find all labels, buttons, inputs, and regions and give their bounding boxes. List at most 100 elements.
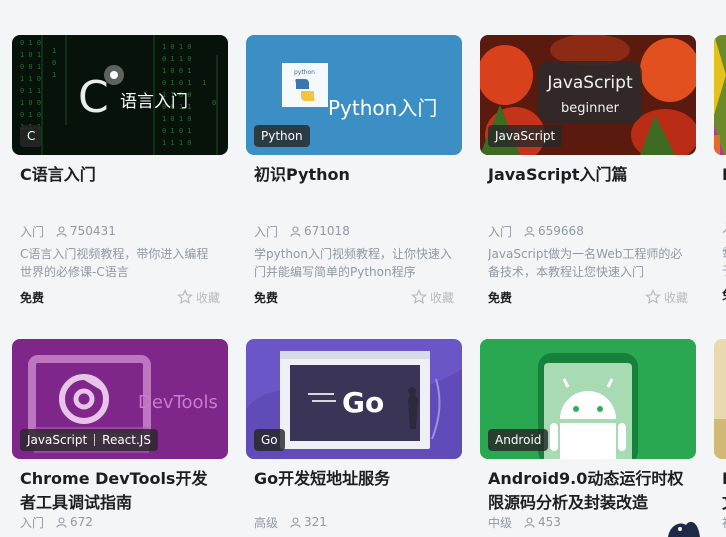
course-title[interactable]: JavaScript入门篇 xyxy=(488,163,688,211)
course-description: 翥 于 xyxy=(722,244,726,280)
course-thumbnail[interactable] xyxy=(714,339,726,459)
svg-text:0 1 0: 0 1 0 xyxy=(20,111,41,119)
category-tag: Android xyxy=(488,429,549,451)
course-description: C语言入门视频教程，带你进入编程世界的必修课-C语言 xyxy=(20,247,209,279)
favorite-button[interactable]: 收藏 xyxy=(177,289,220,306)
course-price: 免费 xyxy=(488,290,513,305)
favorite-button[interactable]: 收藏 xyxy=(411,289,454,306)
category-tag: Python xyxy=(254,125,310,147)
course-title[interactable]: Chrome DevTools开发者工具调试指南 xyxy=(20,467,220,515)
course-thumbnail[interactable]: Go Go xyxy=(246,339,462,459)
title-line: 文 xyxy=(722,491,726,515)
svg-text:0 1 0: 0 1 0 xyxy=(20,39,41,47)
category-tag: React.JS xyxy=(102,433,151,447)
thumb-title: Go xyxy=(342,386,384,419)
course-title[interactable]: F xyxy=(722,163,726,187)
title-line: F xyxy=(722,467,726,491)
course-level: 中级 xyxy=(488,515,513,530)
course-level: 入门 xyxy=(20,224,45,239)
course-card[interactable]: 0 1 0 1 0 1 0 0 1 1 1 0 0 1 1 1 0 0 0 1 0 1 1… xyxy=(12,35,228,306)
matrix-c-image: 0 1 0 1 0 1 0 0 1 1 1 0 0 1 1 1 0 0 0 1 0 1 1… xyxy=(12,35,228,155)
course-card[interactable]: DevTools JavaScript React.JS Chrome DevT… xyxy=(12,339,228,530)
mascot-icon xyxy=(668,521,700,537)
svg-text:1 0 0 1: 1 0 0 1 xyxy=(162,67,192,75)
partial-thumbnail-image xyxy=(714,339,726,459)
description-line: 翥 xyxy=(722,244,726,262)
course-title[interactable]: Android9.0动态运行时权限源码分析及封装改造 xyxy=(488,467,688,515)
thumb-logo-text: python xyxy=(294,69,315,76)
star-icon xyxy=(411,289,427,305)
thumb-title: JavaScript xyxy=(546,73,633,93)
thumb-title: 语言入门 xyxy=(120,92,188,112)
course-description: JavaScript做为一名Web工程师的必备技术，本教程让您快速入门 xyxy=(488,247,683,279)
svg-text:0: 0 xyxy=(52,59,56,67)
course-card-partial[interactable]: F 文 初 xyxy=(714,339,726,531)
course-card[interactable]: JavaScript beginner JavaScript JavaScrip… xyxy=(480,35,696,306)
course-thumbnail[interactable] xyxy=(714,35,726,155)
svg-text:1 0 1 0: 1 0 1 0 xyxy=(162,115,192,123)
course-thumbnail[interactable]: Android xyxy=(480,339,696,459)
course-level: 初 xyxy=(722,514,726,531)
course-card[interactable]: Go Go Go开发短地址服务 高级 321 xyxy=(246,339,462,530)
course-thumbnail[interactable]: 0 1 0 1 0 1 0 0 1 1 1 0 0 1 1 1 0 0 0 1 0 1 1… xyxy=(12,35,228,155)
course-level: 入门 xyxy=(254,224,279,239)
course-card-partial[interactable]: F 入 翥 于 免 xyxy=(714,35,726,303)
svg-text:1 1 0: 1 1 0 xyxy=(20,75,41,83)
user-icon xyxy=(56,225,67,237)
course-title[interactable]: Go开发短地址服务 xyxy=(254,467,454,515)
course-price: 免 xyxy=(722,286,726,303)
svg-text:0: 0 xyxy=(212,99,216,107)
course-level: 入 xyxy=(722,219,726,236)
course-thumbnail[interactable]: DevTools JavaScript React.JS xyxy=(12,339,228,459)
student-count: 672 xyxy=(70,515,93,529)
course-card[interactable]: Android Android9.0动态运行时权限源码分析及封装改造 中级 45… xyxy=(480,339,696,530)
course-title[interactable]: C语言入门 xyxy=(20,163,220,211)
user-icon xyxy=(290,516,301,528)
svg-text:1 1 1 0: 1 1 1 0 xyxy=(162,139,192,147)
favorite-label: 收藏 xyxy=(663,290,688,305)
svg-text:0 0 1: 0 0 1 xyxy=(20,63,41,71)
course-title[interactable]: F 文 xyxy=(722,467,726,515)
category-tag: C xyxy=(20,125,43,147)
svg-text:0 1 1 0: 0 1 1 0 xyxy=(162,55,192,63)
description-line: 于 xyxy=(722,262,726,280)
svg-text:1: 1 xyxy=(52,71,56,79)
student-count: 671018 xyxy=(304,224,350,238)
svg-text:0 1 0 1: 0 1 0 1 xyxy=(162,127,192,135)
thumb-title: DevTools xyxy=(138,392,218,413)
course-card[interactable]: python Python入门 Python 初识Python 入门 67101… xyxy=(246,35,462,306)
svg-text:1 0 1: 1 0 1 xyxy=(20,51,41,59)
user-icon xyxy=(290,225,301,237)
svg-text:1 0 1 0: 1 0 1 0 xyxy=(162,43,192,51)
student-count: 659668 xyxy=(538,224,584,238)
thumb-c-letter: C xyxy=(78,72,109,123)
course-price: 免费 xyxy=(254,290,279,305)
student-count: 750431 xyxy=(70,224,116,238)
svg-text:0 1 0 1: 0 1 0 1 xyxy=(162,79,192,87)
course-thumbnail[interactable]: python Python入门 Python xyxy=(246,35,462,155)
thumb-subtitle: beginner xyxy=(561,101,620,116)
category-tags: JavaScript React.JS xyxy=(20,429,158,451)
user-icon xyxy=(56,516,67,528)
favorite-button[interactable]: 收藏 xyxy=(645,289,688,306)
svg-text:1: 1 xyxy=(52,47,56,55)
course-price: 免费 xyxy=(20,290,45,305)
course-thumbnail[interactable]: JavaScript beginner JavaScript xyxy=(480,35,696,155)
star-icon xyxy=(645,289,661,305)
star-icon xyxy=(177,289,193,305)
svg-text:1: 1 xyxy=(202,79,206,87)
svg-text:0 1 1: 0 1 1 xyxy=(20,87,41,95)
course-level: 高级 xyxy=(254,515,279,530)
user-icon xyxy=(524,516,535,528)
favorite-label: 收藏 xyxy=(429,290,454,305)
partial-thumbnail-image xyxy=(714,35,726,155)
svg-text:1 0 0: 1 0 0 xyxy=(20,99,41,107)
thumb-title: Python入门 xyxy=(328,96,437,120)
favorite-label: 收藏 xyxy=(195,290,220,305)
course-title[interactable]: 初识Python xyxy=(254,163,454,211)
user-icon xyxy=(524,225,535,237)
course-level: 入门 xyxy=(20,515,45,530)
student-count: 321 xyxy=(304,515,327,529)
category-tag: JavaScript xyxy=(27,433,88,447)
category-tag: Go xyxy=(254,429,285,451)
